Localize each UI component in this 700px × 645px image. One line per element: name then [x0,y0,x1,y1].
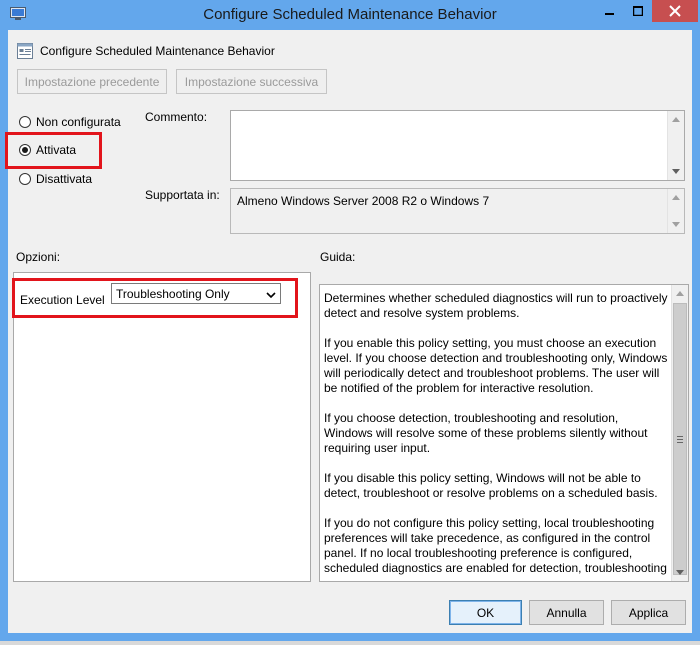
ok-button[interactable]: OK [449,600,522,625]
previous-setting-button[interactable]: Impostazione precedente [17,69,167,94]
scroll-down-icon[interactable] [668,163,684,180]
help-paragraph: If you choose detection, troubleshooting… [324,411,648,455]
help-paragraph: If you disable this policy setting, Wind… [324,471,658,500]
background-strip [0,641,700,645]
options-panel: Execution Level Troubleshooting Only [13,272,311,582]
comment-textarea[interactable] [230,110,685,181]
next-setting-button[interactable]: Impostazione successiva [176,69,327,94]
dialog-body: Configure Scheduled Maintenance Behavior… [5,30,692,633]
minimize-button[interactable] [596,0,624,22]
supported-on-box: Almeno Windows Server 2008 R2 o Windows … [230,188,685,234]
options-label: Opzioni: [16,250,61,264]
dialog-window: Configure Scheduled Maintenance Behavior… [0,0,700,641]
cancel-button[interactable]: Annulla [529,600,604,625]
help-paragraph: Determines whether scheduled diagnostics… [324,291,668,320]
radio-button[interactable] [19,173,31,185]
radio-label: Non configurata [36,115,121,129]
help-paragraph: If you enable this policy setting, you m… [324,336,668,395]
supported-value: Almeno Windows Server 2008 R2 o Windows … [237,194,490,208]
scroll-up-icon[interactable] [672,285,688,302]
scroll-down-icon[interactable] [668,216,684,233]
scroll-down-icon[interactable] [672,564,688,581]
title-bar[interactable]: Configure Scheduled Maintenance Behavior [0,0,700,30]
maximize-button[interactable] [624,0,652,22]
radio-label: Disattivata [36,172,93,186]
scroll-up-icon[interactable] [668,111,684,128]
highlight-box-enabled [5,132,102,169]
supported-scrollbar[interactable] [667,189,684,233]
close-icon [669,5,681,17]
setting-title: Configure Scheduled Maintenance Behavior [40,44,275,58]
help-paragraph: If you do not configure this policy sett… [324,516,667,575]
help-label: Guida: [320,250,356,264]
radio-button[interactable] [19,116,31,128]
apply-button[interactable]: Applica [611,600,686,625]
window-title: Configure Scheduled Maintenance Behavior [203,6,497,23]
scroll-up-icon[interactable] [668,189,684,206]
policy-setting-icon [17,43,33,59]
supported-label: Supportata in: [145,188,220,202]
help-panel: Determines whether scheduled diagnostics… [319,284,689,582]
comment-label: Commento: [145,110,208,124]
highlight-box-execution-level [12,278,298,318]
help-text: Determines whether scheduled diagnostics… [324,291,670,581]
scrollbar-thumb[interactable] [673,303,687,575]
help-scrollbar[interactable] [671,285,688,581]
comment-scrollbar[interactable] [667,111,684,180]
radio-not-configured[interactable]: Non configurata [19,115,121,129]
radio-disabled[interactable]: Disattivata [19,172,92,186]
close-button[interactable] [652,0,698,22]
grip-icon [677,435,683,443]
